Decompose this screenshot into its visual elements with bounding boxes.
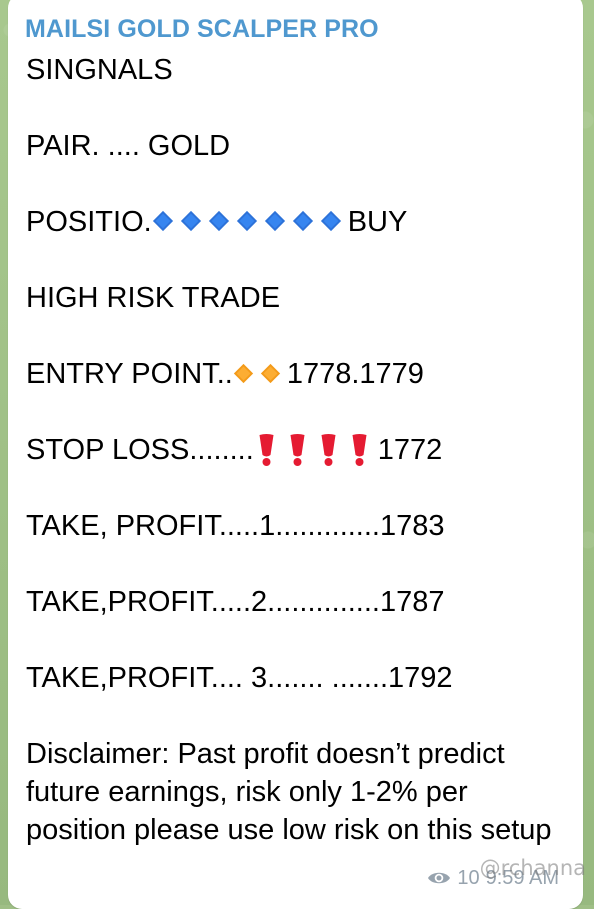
line-spacer	[26, 317, 571, 355]
small-orange-diamond-icon	[233, 363, 253, 383]
take-profit-2: TAKE,PROFIT.....2..............1787	[26, 586, 445, 618]
red-heavy-exclamation-icon	[352, 434, 367, 467]
line-spacer	[26, 241, 571, 279]
take-profit-1: TAKE, PROFIT.....1.............1783	[26, 510, 445, 542]
small-blue-diamond-icon	[264, 211, 285, 232]
message-line-take-profit-3: TAKE,PROFIT.... 3....... .......1792	[26, 659, 571, 697]
line-spacer	[26, 621, 571, 659]
disclaimer-text: Disclaimer: Past profit doesn’t predict …	[26, 738, 552, 846]
message-bubble[interactable]: MAILSI GOLD SCALPER PRO SINGNALS PAIR. .…	[8, 0, 583, 909]
message-line-position: POSITIO. BUY	[26, 203, 571, 241]
line-spacer	[26, 545, 571, 583]
line-spacer	[26, 697, 571, 735]
line-spacer	[26, 393, 571, 431]
red-heavy-exclamation-icon	[321, 434, 336, 467]
red-heavy-exclamation-icon	[290, 434, 305, 467]
red-heavy-exclamation-icon	[259, 434, 274, 467]
channel-name[interactable]: MAILSI GOLD SCALPER PRO	[25, 14, 379, 44]
message-line-risk: HIGH RISK TRADE	[26, 279, 571, 317]
take-profit-3: TAKE,PROFIT.... 3....... .......1792	[26, 662, 453, 694]
message-line-take-profit-2: TAKE,PROFIT.....2..............1787	[26, 583, 571, 621]
watermark-text: @rchanna	[479, 856, 586, 880]
small-blue-diamond-icon	[208, 211, 229, 232]
message-line-entry: ENTRY POINT.. 1778.1779	[26, 355, 571, 393]
entry-point-label: ENTRY POINT..	[26, 358, 233, 390]
stop-loss-label: STOP LOSS........	[26, 434, 254, 466]
line-spacer	[26, 469, 571, 507]
small-blue-diamond-icon	[180, 211, 201, 232]
message-line-signals: SINGNALS	[26, 51, 571, 89]
line-spacer	[26, 165, 571, 203]
pair-label: PAIR. .... GOLD	[26, 130, 231, 162]
small-blue-diamond-icon	[320, 211, 341, 232]
signals-label: SINGNALS	[26, 54, 173, 86]
line-spacer	[26, 89, 571, 127]
message-line-stop-loss: STOP LOSS........ 1772	[26, 431, 571, 469]
message-line-pair: PAIR. .... GOLD	[26, 127, 571, 165]
eye-icon	[428, 872, 451, 884]
risk-label: HIGH RISK TRADE	[26, 282, 281, 314]
small-blue-diamond-icon	[152, 211, 173, 232]
small-blue-diamond-icon	[292, 211, 313, 232]
message-line-take-profit-1: TAKE, PROFIT.....1.............1783	[26, 507, 571, 545]
views-count: 10	[457, 867, 480, 889]
position-label: POSITIO.	[26, 206, 152, 238]
small-blue-diamond-icon	[236, 211, 257, 232]
buy-label: BUY	[347, 206, 408, 238]
small-orange-diamond-icon	[260, 363, 280, 383]
stop-loss-value: 1772	[377, 434, 443, 466]
entry-point-value: 1778.1779	[286, 358, 424, 390]
message-text: SINGNALS PAIR. .... GOLD POSITIO. BUY HIG…	[26, 51, 571, 849]
